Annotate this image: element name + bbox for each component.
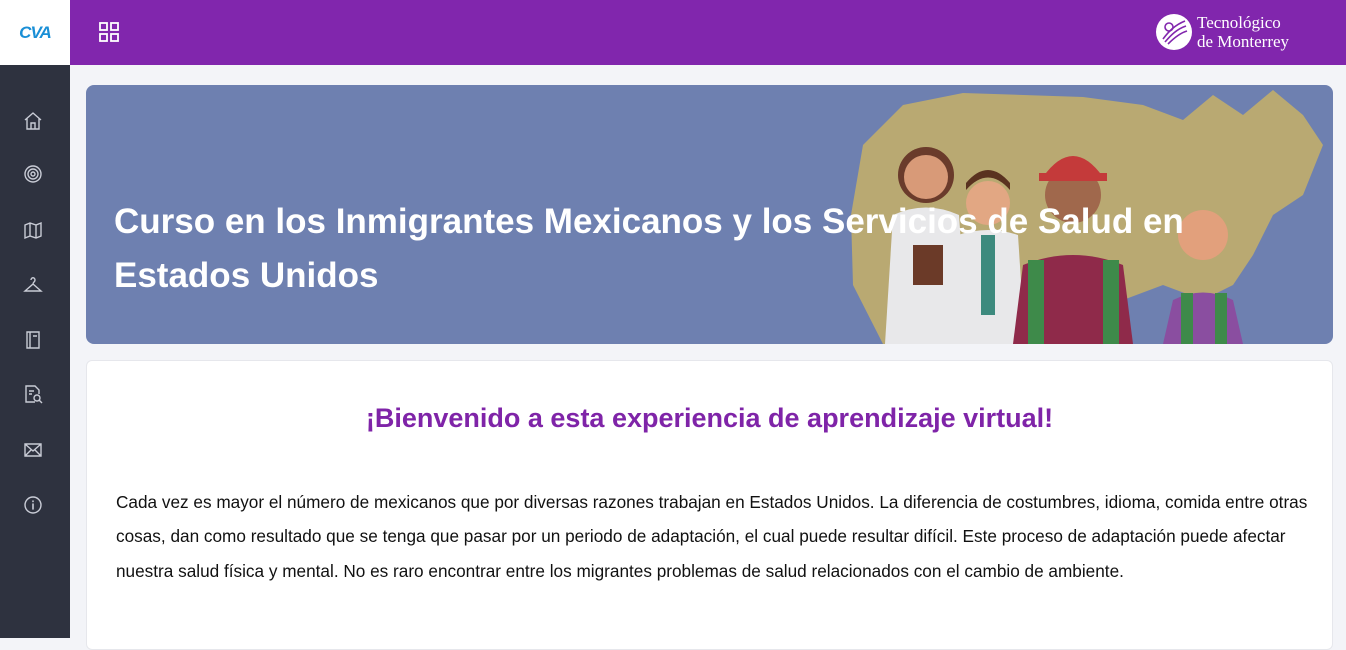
- info-icon[interactable]: [22, 494, 44, 516]
- institution-logo[interactable]: Tecnológico de Monterrey: [1155, 13, 1289, 51]
- book-icon[interactable]: [22, 329, 44, 351]
- sidebar: [0, 65, 70, 638]
- target-icon[interactable]: [22, 163, 44, 185]
- mail-icon[interactable]: [22, 439, 44, 461]
- brand-logo-text: CVA: [19, 22, 52, 42]
- institution-name-line1: Tecnológico: [1197, 13, 1281, 32]
- map-icon[interactable]: [22, 219, 44, 241]
- intro-paragraph: Cada vez es mayor el número de mexicanos…: [116, 492, 1308, 581]
- welcome-heading: ¡Bienvenido a esta experiencia de aprend…: [365, 403, 1054, 433]
- institution-name-line2: de Monterrey: [1197, 32, 1290, 51]
- brand-logo[interactable]: CVA: [0, 0, 70, 65]
- main-content: Curso en los Inmigrantes Mexicanos y los…: [86, 85, 1333, 344]
- institution-name: Tecnológico de Monterrey: [1197, 13, 1289, 51]
- top-bar: CVA Tecnológico de Monterrey: [0, 0, 1346, 65]
- institution-seal-icon: [1156, 14, 1192, 50]
- hanger-icon[interactable]: [22, 274, 44, 296]
- welcome-card: ¡Bienvenido a esta experiencia de aprend…: [86, 360, 1333, 650]
- course-banner: Curso en los Inmigrantes Mexicanos y los…: [86, 85, 1333, 344]
- document-search-icon[interactable]: [22, 383, 44, 405]
- course-title: Curso en los Inmigrantes Mexicanos y los…: [114, 202, 1184, 295]
- home-icon[interactable]: [22, 110, 44, 132]
- grid-icon[interactable]: [99, 22, 119, 42]
